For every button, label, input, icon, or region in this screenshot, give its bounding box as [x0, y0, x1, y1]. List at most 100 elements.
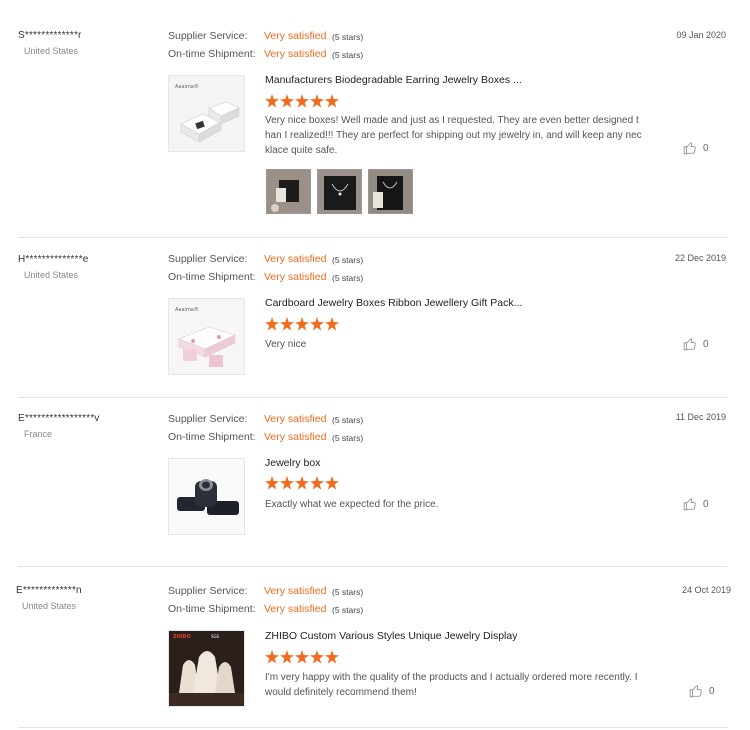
thumbs-up-icon: [683, 498, 696, 511]
shipment-label: On-time Shipment:: [168, 48, 256, 60]
product-thumbnail[interactable]: Aaaima®: [168, 298, 245, 375]
shipment-label: On-time Shipment:: [168, 603, 256, 615]
review-divider: [18, 727, 727, 728]
star-icon: [265, 476, 279, 490]
review-text: Very nice boxes! Well made and just as I…: [265, 115, 642, 156]
shipment-stars: (5 stars): [332, 433, 364, 443]
review-date: 09 Jan 2020: [676, 30, 726, 40]
reviewer-name: H**************e: [18, 254, 89, 265]
supplier-service-label: Supplier Service:: [168, 413, 248, 425]
supplier-service-label: Supplier Service:: [168, 585, 248, 597]
shipment-value: Very satisfied: [264, 431, 327, 443]
product-image: Aaaima®: [169, 76, 244, 151]
star-icon: [325, 476, 339, 490]
reviewer-country: United States: [22, 601, 77, 611]
product-image: Aaaima®: [169, 299, 244, 374]
review-item: E*****************v France Supplier Serv…: [0, 398, 750, 566]
review-date: 22 Dec 2019: [674, 253, 726, 263]
review-photo-image: [318, 170, 361, 213]
star-icon: [310, 476, 324, 490]
like-button[interactable]: 0: [683, 497, 709, 511]
supplier-service-stars: (5 stars): [332, 255, 364, 265]
supplier-service-stars: (5 stars): [332, 32, 364, 42]
review-date: 24 Oct 2019: [681, 585, 731, 595]
reviewer-name: E*****************v: [18, 413, 100, 424]
star-icon: [295, 650, 309, 664]
like-count: 0: [703, 498, 709, 510]
star-icon: [280, 476, 294, 490]
review-photo-image: [267, 170, 310, 213]
shipment-stars: (5 stars): [332, 273, 364, 283]
product-title-link[interactable]: ZHIBO Custom Various Styles Unique Jewel…: [265, 630, 517, 642]
thumb-brand: Aaaima®: [175, 306, 199, 313]
product-title-link[interactable]: Jewelry box: [265, 457, 320, 469]
like-count: 0: [703, 142, 709, 154]
shipment-value: Very satisfied: [264, 603, 327, 615]
reviewer-country: United States: [24, 46, 79, 56]
thumbs-up-icon: [683, 142, 696, 155]
rating-stars: [265, 94, 339, 108]
star-icon: [325, 94, 339, 108]
product-thumbnail[interactable]: ZHIBO SGS: [168, 630, 245, 707]
star-icon: [265, 94, 279, 108]
reviewer-country: United States: [24, 270, 79, 280]
star-icon: [280, 94, 294, 108]
review-text: Very nice: [265, 339, 307, 350]
shipment-value: Very satisfied: [264, 48, 327, 60]
reviewer-country: France: [24, 429, 53, 439]
rating-stars: [265, 650, 339, 664]
supplier-service-label: Supplier Service:: [168, 30, 248, 42]
star-icon: [280, 650, 294, 664]
star-icon: [280, 317, 294, 331]
like-count: 0: [703, 338, 709, 350]
review-text: I'm very happy with the quality of the p…: [265, 672, 638, 698]
shipment-value: Very satisfied: [264, 271, 327, 283]
supplier-service-value: Very satisfied: [264, 585, 327, 597]
shipment-stars: (5 stars): [332, 605, 364, 615]
supplier-service-stars: (5 stars): [332, 415, 364, 425]
product-thumbnail[interactable]: Aaaima®: [168, 75, 245, 152]
supplier-service-value: Very satisfied: [264, 253, 327, 265]
thumb-brand: Aaaima®: [175, 83, 199, 90]
shipment-stars: (5 stars): [332, 50, 364, 60]
review-item: E*************n United States Supplier S…: [0, 567, 750, 730]
review-photo-2[interactable]: [317, 169, 362, 214]
star-icon: [265, 650, 279, 664]
like-button[interactable]: 0: [683, 337, 709, 351]
star-icon: [265, 317, 279, 331]
reviewer-name: E*************n: [16, 585, 82, 596]
product-title-link[interactable]: Cardboard Jewelry Boxes Ribbon Jewellery…: [265, 297, 522, 309]
rating-stars: [265, 476, 339, 490]
review-photo-1[interactable]: [266, 169, 311, 214]
star-icon: [325, 317, 339, 331]
star-icon: [310, 650, 324, 664]
thumb-brand: ZHIBO: [173, 634, 191, 640]
product-image: [169, 459, 244, 534]
like-button[interactable]: 0: [689, 684, 715, 698]
review-date: 11 Dec 2019: [675, 412, 726, 422]
star-icon: [295, 317, 309, 331]
thumb-badge: SGS: [211, 634, 220, 639]
star-icon: [310, 317, 324, 331]
rating-stars: [265, 317, 339, 331]
thumbs-up-icon: [683, 338, 696, 351]
supplier-service-value: Very satisfied: [264, 413, 327, 425]
product-thumbnail[interactable]: [168, 458, 245, 535]
product-title-link[interactable]: Manufacturers Biodegradable Earring Jewe…: [265, 74, 522, 86]
shipment-label: On-time Shipment:: [168, 431, 256, 443]
review-item: S*************r United States Supplier S…: [0, 0, 750, 238]
review-item: H**************e United States Supplier …: [0, 238, 750, 398]
like-button[interactable]: 0: [683, 141, 709, 155]
supplier-service-label: Supplier Service:: [168, 253, 248, 265]
thumbs-up-icon: [689, 685, 702, 698]
star-icon: [295, 94, 309, 108]
review-text: Exactly what we expected for the price.: [265, 499, 439, 510]
star-icon: [295, 476, 309, 490]
like-count: 0: [709, 685, 715, 697]
review-photo-3[interactable]: [368, 169, 413, 214]
reviewer-name: S*************r: [18, 30, 82, 41]
supplier-service-value: Very satisfied: [264, 30, 327, 42]
review-photo-image: [369, 170, 412, 213]
supplier-service-stars: (5 stars): [332, 587, 364, 597]
star-icon: [310, 94, 324, 108]
